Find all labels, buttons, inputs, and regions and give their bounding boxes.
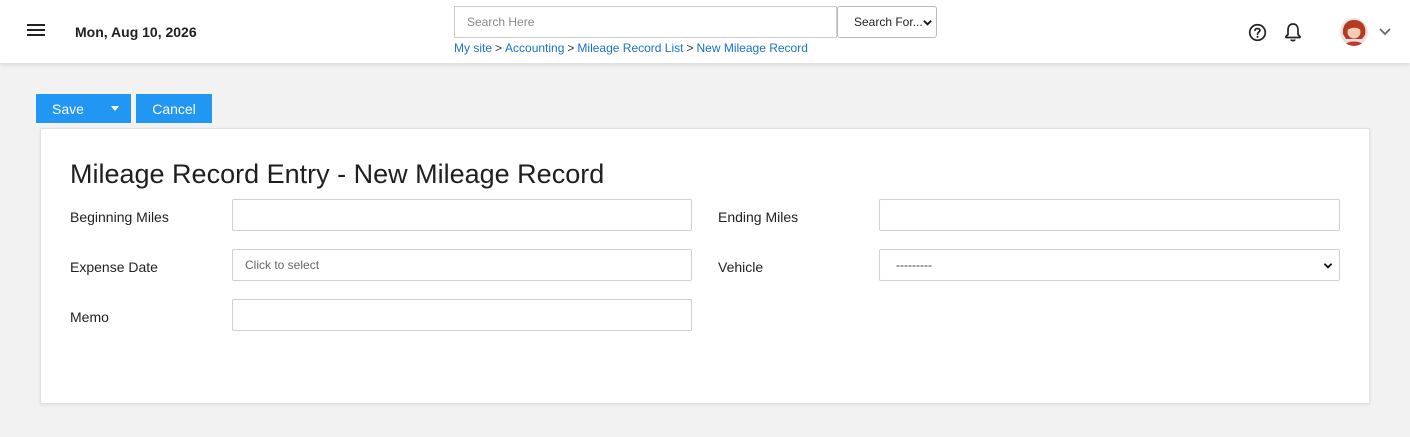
save-button-label: Save (52, 100, 84, 117)
expense-date-picker[interactable]: Click to select (232, 249, 692, 281)
menu-icon[interactable] (27, 24, 45, 38)
breadcrumb-separator: > (567, 41, 575, 55)
ending-miles-label: Ending Miles (718, 209, 799, 225)
breadcrumb-mileage-record-list[interactable]: Mileage Record List (577, 41, 683, 55)
breadcrumb-accounting[interactable]: Accounting (505, 41, 564, 55)
memo-label: Memo (70, 309, 109, 325)
save-options-dropdown-button[interactable] (99, 94, 131, 123)
caret-down-icon (111, 106, 119, 111)
breadcrumb-new-mileage-record[interactable]: New Mileage Record (697, 41, 808, 55)
user-avatar[interactable] (1340, 18, 1368, 46)
chevron-down-icon (923, 20, 932, 26)
chevron-down-icon[interactable] (1379, 27, 1391, 36)
search-for-value: Search For... (854, 15, 923, 29)
breadcrumb: My site > Accounting > Mileage Record List > N… (454, 41, 808, 55)
chevron-down-icon (1323, 263, 1333, 269)
breadcrumb-separator: > (686, 41, 694, 55)
expense-date-label: Expense Date (70, 259, 158, 275)
breadcrumb-separator: > (495, 41, 503, 55)
memo-input[interactable] (232, 299, 692, 331)
search-input[interactable] (454, 6, 837, 38)
save-button[interactable]: Save (36, 94, 99, 123)
beginning-miles-label: Beginning Miles (70, 209, 169, 225)
beginning-miles-input[interactable] (232, 199, 692, 231)
search-for-select[interactable]: Search For... (837, 6, 937, 38)
bell-icon[interactable] (1284, 22, 1302, 42)
top-bar: Mon, Aug 10, 2026 Search For... My site>… (0, 0, 1410, 63)
help-icon[interactable] (1248, 23, 1267, 42)
vehicle-select[interactable]: --------- (879, 249, 1340, 281)
page-title: Mileage Record Entry - New Mileage Recor… (70, 159, 605, 189)
vehicle-label: Vehicle (718, 259, 764, 275)
current-date: Mon, Aug 10, 2026 (75, 24, 197, 40)
expense-date-placeholder: Click to select (245, 258, 320, 272)
cancel-button[interactable]: Cancel (136, 94, 212, 123)
vehicle-selected-value: --------- (896, 258, 932, 272)
breadcrumb-my-site[interactable]: My site (454, 41, 492, 55)
ending-miles-input[interactable] (879, 199, 1340, 231)
cancel-button-label: Cancel (152, 100, 196, 117)
form-card: Mileage Record Entry - New Mileage Recor… (40, 128, 1370, 404)
